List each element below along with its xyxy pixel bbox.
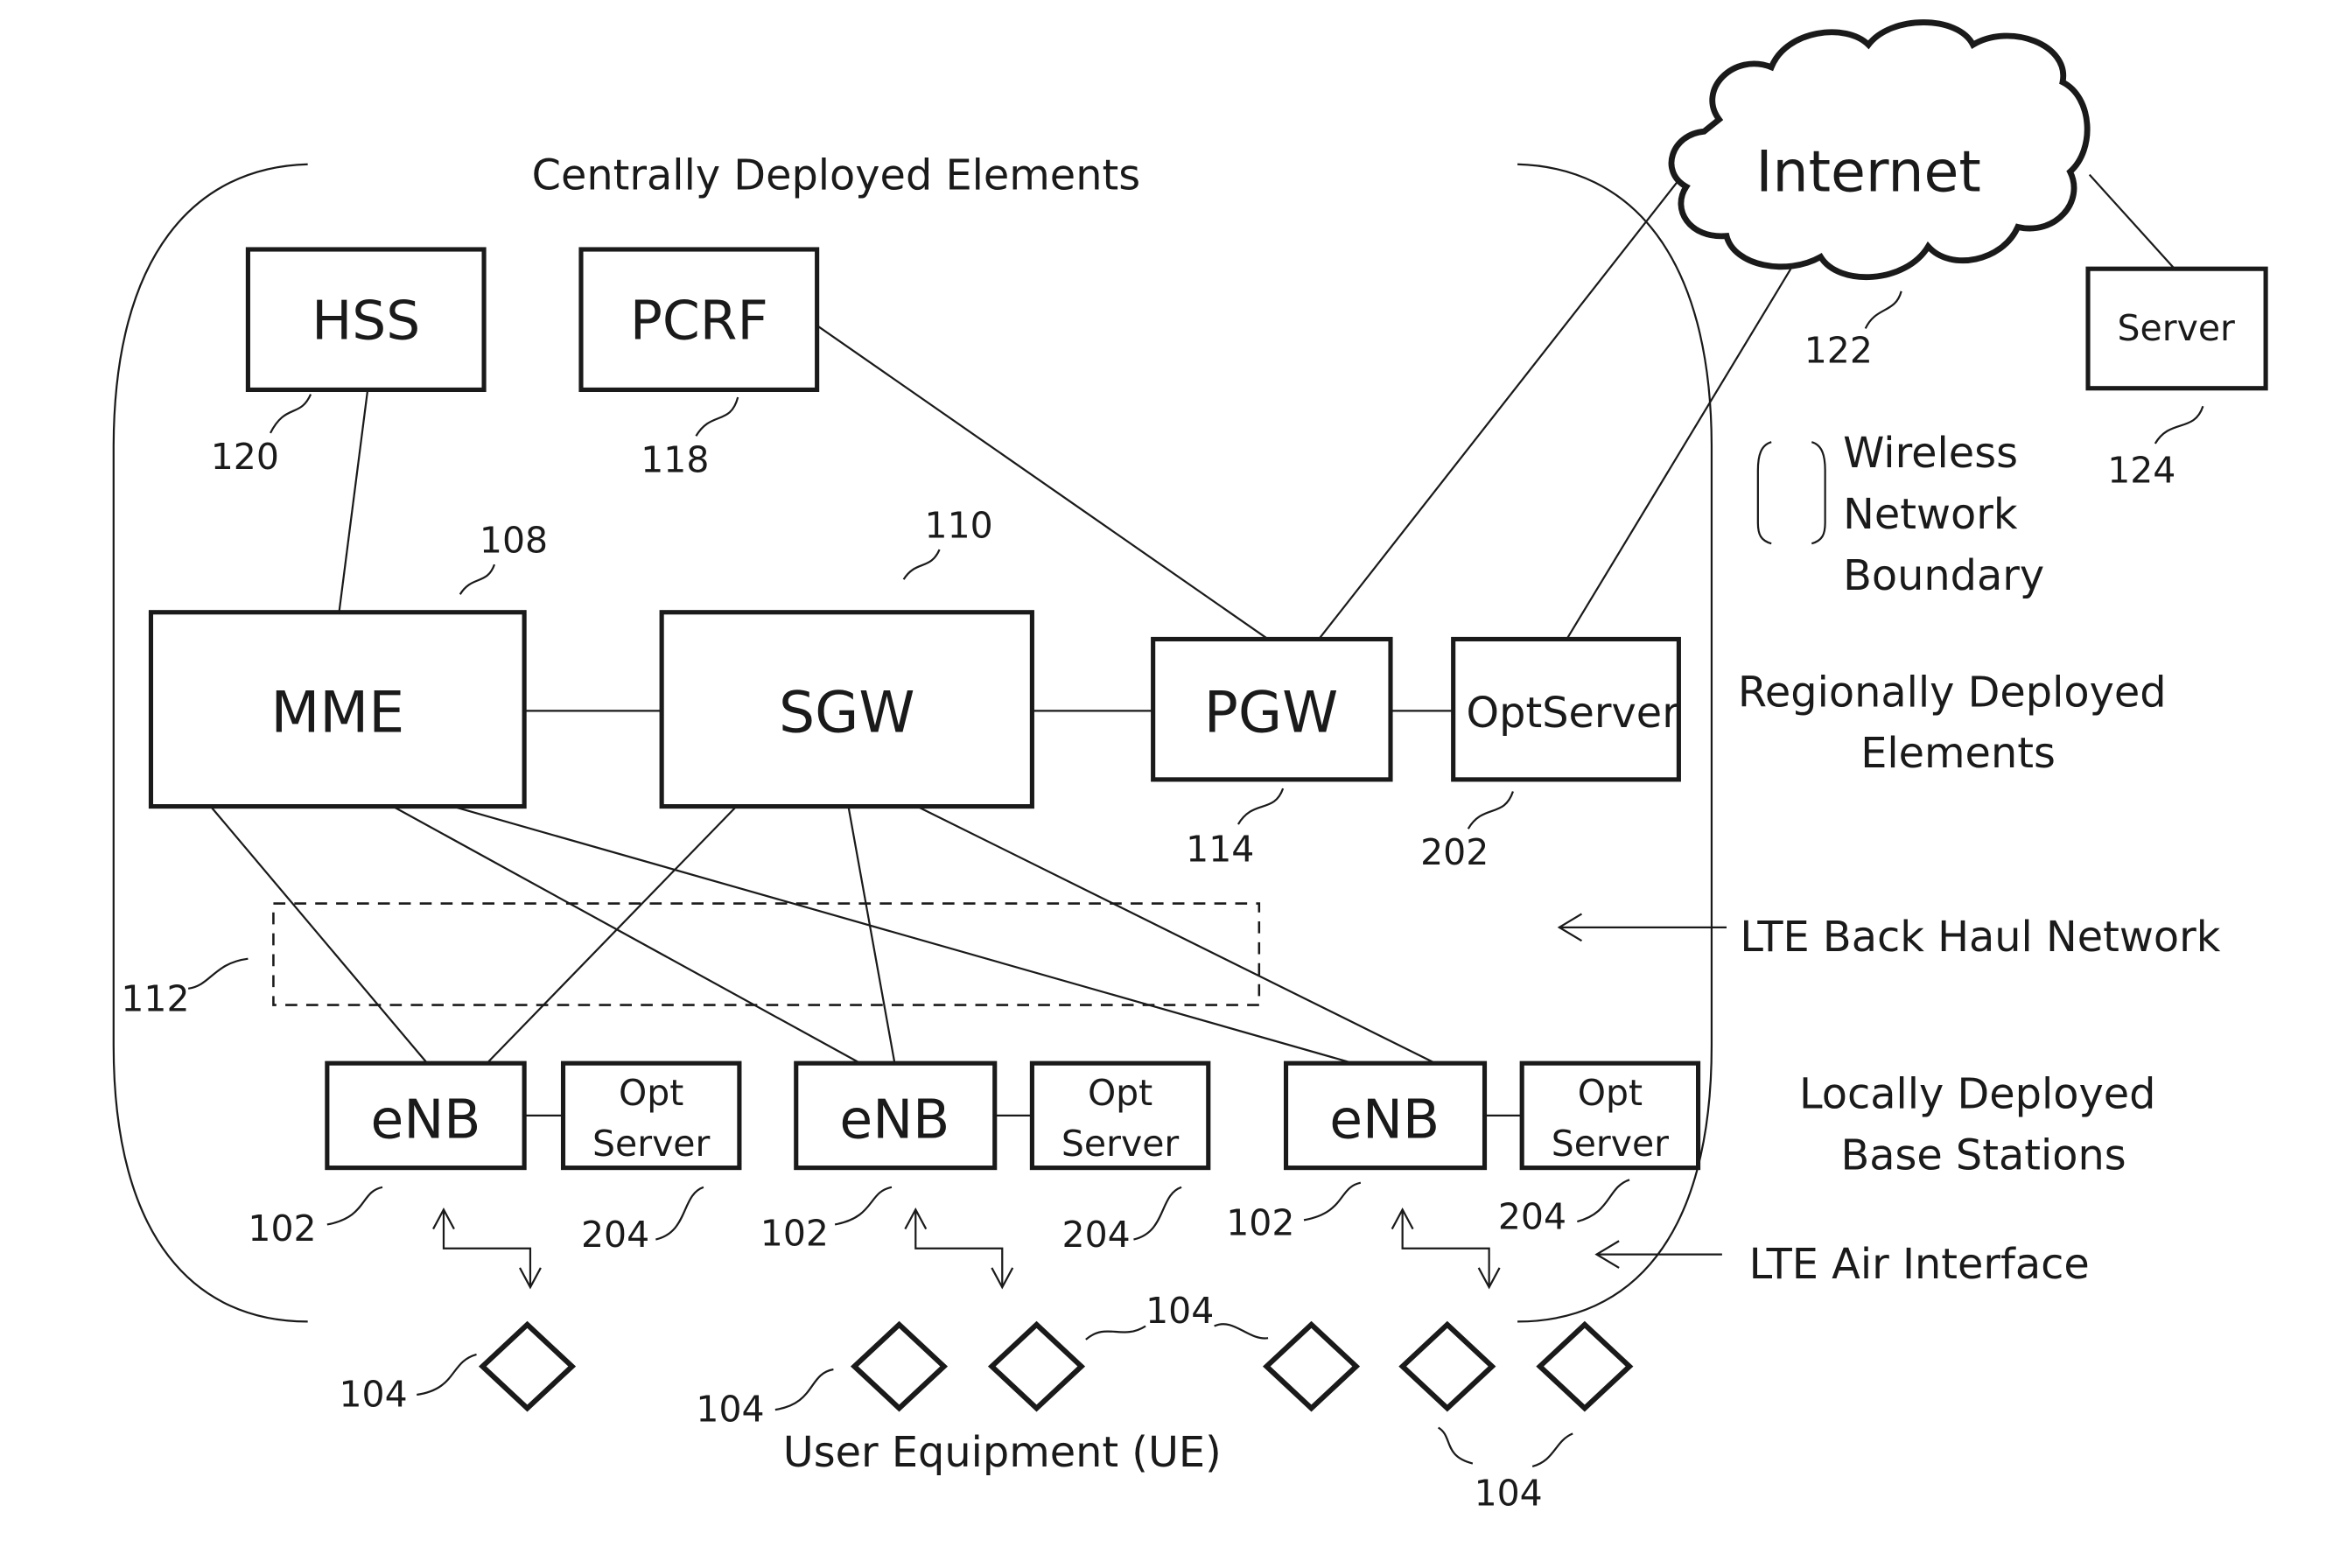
link-hss-mme (338, 391, 369, 612)
ref-204-3: 204 (1498, 1196, 1566, 1238)
enb-label-3: eNB (1329, 1088, 1440, 1151)
ref-leader-202 (1467, 791, 1514, 830)
legend-bracket-right-icon (1811, 441, 1826, 545)
link-internet-server (2088, 173, 2175, 270)
ue-label: User Equipment (UE) (783, 1429, 1222, 1477)
internet-label: Internet (1755, 139, 1980, 205)
ref-104-b: 104 (696, 1389, 764, 1431)
air-link-icon-3 (1401, 1209, 1490, 1288)
ue-diamond-4[interactable] (1262, 1320, 1361, 1412)
ref-110: 110 (925, 504, 993, 546)
legend-line2: Network (1843, 491, 2018, 539)
local-label-line2: Base Stations (1840, 1131, 2126, 1180)
ref-204-2: 204 (1062, 1214, 1131, 1256)
ref-leader-108 (459, 564, 496, 595)
hss-label: HSS (312, 290, 420, 352)
ref-leader-104-c-left (1085, 1325, 1146, 1340)
opt-server-label-2a: Opt (1088, 1072, 1152, 1114)
ref-124: 124 (2107, 449, 2175, 491)
air-link-icon-1 (442, 1209, 532, 1288)
ref-leader-120 (270, 394, 312, 434)
mme-label: MME (270, 680, 404, 746)
ref-leader-112 (187, 957, 249, 990)
ref-leader-102-1 (326, 1186, 383, 1226)
link-mme-enb1 (209, 805, 429, 1064)
ref-104-c: 104 (1145, 1290, 1214, 1332)
backhaul-label: LTE Back Haul Network (1740, 914, 2220, 962)
link-pgw-internet (1318, 175, 1683, 640)
ref-108: 108 (480, 519, 548, 561)
ue-diamond-3[interactable] (987, 1320, 1086, 1412)
link-optserver-internet (1566, 268, 1792, 640)
ref-114: 114 (1186, 829, 1254, 871)
lte-network-diagram: 112 Centrally Deployed Elements HSS 120 … (112, 19, 2268, 1514)
ref-120: 120 (211, 436, 279, 478)
opt-server-label-3b: Server (1552, 1123, 1669, 1165)
ref-leader-104-d-left (1437, 1426, 1474, 1465)
ref-leader-204-1 (655, 1186, 704, 1241)
link-sgw-enb1 (486, 805, 738, 1064)
local-label-line1: Locally Deployed (1799, 1070, 2155, 1118)
regional-label-line1: Regionally Deployed (1738, 668, 2167, 717)
ref-102-2: 102 (760, 1212, 829, 1254)
ref-leader-114 (1237, 788, 1285, 825)
link-mme-enb2 (392, 805, 861, 1065)
ref-leader-122 (1864, 290, 1902, 329)
ue-diamond-2[interactable] (850, 1320, 949, 1412)
ref-leader-110 (902, 549, 941, 580)
pcrf-label: PCRF (630, 290, 768, 352)
enb-label-2: eNB (839, 1088, 949, 1151)
ref-204-1: 204 (581, 1214, 649, 1256)
legend-line1: Wireless (1843, 430, 2018, 478)
sgw-label: SGW (779, 680, 915, 746)
opt-server-label-1b: Server (592, 1123, 710, 1165)
ref-leader-204-2 (1133, 1186, 1182, 1241)
server-label: Server (2118, 307, 2235, 349)
pgw-label: PGW (1204, 680, 1338, 746)
opt-server-label-2b: Server (1061, 1123, 1179, 1165)
link-pcrf-pgw (816, 325, 1269, 640)
air-interface-label: LTE Air Interface (1749, 1241, 2090, 1289)
ref-leader-104-a (417, 1353, 477, 1396)
opt-server-label-3a: Opt (1578, 1072, 1643, 1114)
enb-label-1: eNB (371, 1088, 481, 1151)
link-sgw-enb3 (916, 805, 1436, 1065)
ref-102-1: 102 (248, 1208, 316, 1250)
ue-diamond-6[interactable] (1536, 1320, 1634, 1412)
air-link-icon-2 (914, 1209, 1004, 1288)
ue-diamond-5[interactable] (1398, 1320, 1496, 1412)
ref-102-3: 102 (1226, 1201, 1294, 1243)
ref-leader-102-2 (834, 1186, 893, 1226)
ref-104-a: 104 (340, 1374, 408, 1416)
ref-leader-102-3 (1303, 1181, 1362, 1222)
ref-leader-118 (695, 396, 739, 437)
ref-leader-104-d-right (1531, 1432, 1573, 1468)
ue-diamond-1[interactable] (478, 1320, 577, 1412)
link-sgw-enb2 (847, 806, 896, 1064)
ref-202: 202 (1420, 831, 1489, 873)
ref-118: 118 (641, 438, 709, 480)
ref-122: 122 (1804, 330, 1873, 372)
ref-112: 112 (121, 977, 189, 1019)
opt-server-label-1a: Opt (619, 1072, 683, 1114)
backhaul-network-box (272, 902, 1261, 1006)
legend-line3: Boundary (1843, 552, 2044, 600)
ref-104-d: 104 (1475, 1472, 1543, 1514)
optserver-label: OptServer (1467, 690, 1680, 738)
ref-leader-104-b (774, 1368, 834, 1411)
ref-leader-124 (2154, 405, 2204, 444)
ref-leader-104-c-right (1214, 1323, 1269, 1340)
regional-label-line2: Elements (1860, 730, 2056, 778)
legend-bracket-left-icon (1756, 441, 1772, 545)
ref-leader-204-3 (1577, 1179, 1630, 1223)
central-elements-label: Centrally Deployed Elements (532, 152, 1140, 200)
